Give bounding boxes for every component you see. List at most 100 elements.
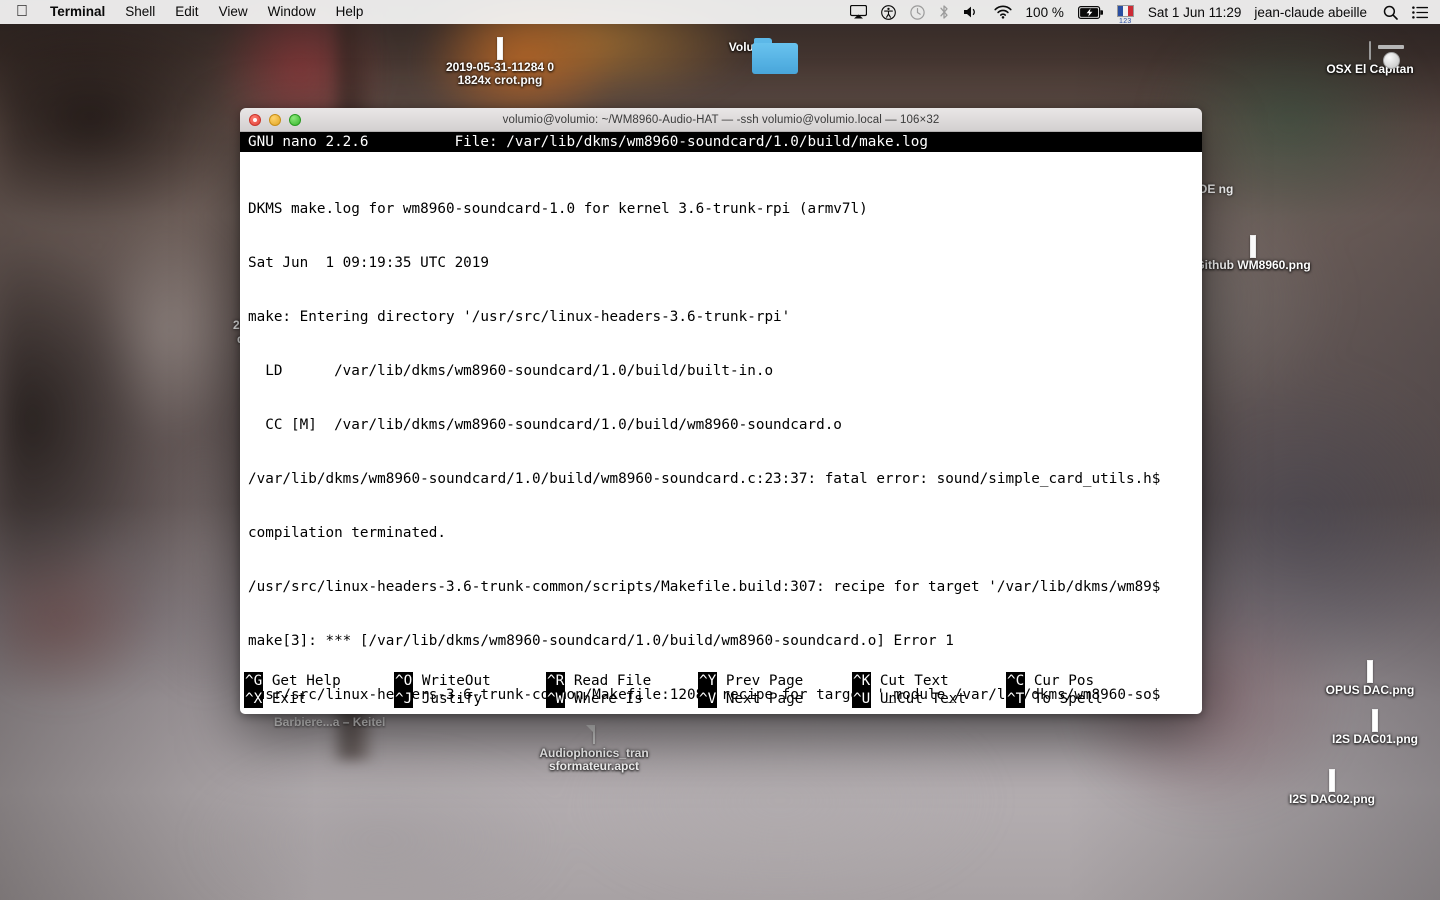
shortcut-label: To Spell	[1033, 691, 1103, 707]
menu-edit[interactable]: Edit	[165, 0, 208, 24]
menu-help[interactable]: Help	[326, 0, 374, 24]
terminal-body[interactable]: GNU nano 2.2.6 File: /var/lib/dkms/wm896…	[240, 132, 1202, 714]
nano-status-bar: GNU nano 2.2.6 File: /var/lib/dkms/wm896…	[240, 132, 1202, 152]
input-source-label: 123	[1119, 18, 1132, 25]
clock-label: Sat 1 Jun 11:29	[1147, 4, 1242, 20]
shortcut-to-spell[interactable]: ^T To Spell	[1006, 690, 1156, 708]
user-menu[interactable]: jean-claude abeille	[1245, 0, 1376, 24]
log-line: CC [M] /var/lib/dkms/wm8960-soundcard/1.…	[248, 417, 842, 433]
shortcut-chord: ^U	[852, 690, 872, 708]
shortcut-chord: ^Y	[698, 672, 718, 690]
shortcut-writeout[interactable]: ^O WriteOut	[394, 672, 546, 690]
menu-bar-status: 100 % 123 Sat 1 Jun 11:29 jean-claude ab…	[843, 0, 1440, 25]
nano-shortcut-row-1: ^G Get Help ^O WriteOut ^R Read File ^Y Prev…	[244, 672, 1202, 690]
png-file-icon	[1250, 235, 1256, 258]
wifi-icon[interactable]	[987, 0, 1019, 24]
png-file-icon	[497, 37, 503, 60]
shortcut-chord: ^W	[546, 690, 566, 708]
shortcut-where-is[interactable]: ^W Where Is	[546, 690, 698, 708]
hard-drive-icon	[1369, 41, 1371, 60]
desktop-icon-volumio[interactable]: Volumio	[692, 38, 812, 74]
shortcut-chord: ^C	[1006, 672, 1026, 690]
desktop-icon-label: I2S DAC01.png	[1331, 732, 1418, 746]
shortcut-chord: ^O	[394, 672, 414, 690]
search-icon[interactable]	[1376, 0, 1405, 24]
shortcut-chord: ^K	[852, 672, 872, 690]
shortcut-uncut-text[interactable]: ^U UnCut Text	[852, 690, 1006, 708]
apple-menu-icon[interactable]: 	[0, 0, 40, 24]
bluetooth-icon[interactable]	[932, 0, 956, 24]
terminal-window[interactable]: volumio@volumio: ~/WM8960-Audio-HAT — -s…	[240, 108, 1202, 714]
desktop-icon-audiophonics-doc[interactable]: Audiophonics_tran sformateur.apct	[534, 725, 654, 773]
nano-filename-label: File: /var/lib/dkms/wm8960-soundcard/1.0…	[454, 134, 928, 150]
shortcut-next-page[interactable]: ^V Next Page	[698, 690, 852, 708]
log-line: /var/lib/dkms/wm8960-soundcard/1.0/build…	[248, 471, 1161, 487]
log-line: make: Entering directory '/usr/src/linux…	[248, 309, 791, 325]
menu-window[interactable]: Window	[258, 0, 326, 24]
desktop-icon-opus-dac[interactable]: OPUS DAC.png	[1310, 660, 1430, 697]
desktop-icon-screenshot[interactable]: 2019-05-31-11284 0 1824x crot.png	[440, 37, 560, 87]
menu-bar:  Terminal Shell Edit View Window Help	[0, 0, 1440, 25]
png-file-icon	[1329, 769, 1335, 792]
desktop:  Terminal Shell Edit View Window Help	[0, 0, 1440, 900]
nano-shortcut-row-2: ^X Exit ^J Justify ^W Where Is ^V Next Page …	[244, 690, 1202, 708]
log-line: make[3]: *** [/var/lib/dkms/wm8960-sound…	[248, 633, 954, 649]
shortcut-chord: ^T	[1006, 690, 1026, 708]
shortcut-read-file[interactable]: ^R Read File	[546, 672, 698, 690]
desktop-icon-i2s-dac02[interactable]: I2S DAC02.png	[1272, 769, 1392, 806]
window-controls	[240, 113, 301, 126]
shortcut-label: Cut Text	[879, 673, 949, 689]
shortcut-label: Read File	[573, 673, 652, 689]
french-flag-icon[interactable]: 123	[1110, 0, 1141, 25]
shortcut-justify[interactable]: ^J Justify	[394, 690, 546, 708]
desktop-icon-label: OPUS DAC.png	[1325, 683, 1415, 697]
shortcut-get-help[interactable]: ^G Get Help	[244, 672, 394, 690]
shortcut-label: WriteOut	[421, 673, 491, 689]
shortcut-label: Cur Pos	[1033, 673, 1095, 689]
shortcut-label: Exit	[271, 691, 307, 707]
shortcut-prev-page[interactable]: ^Y Prev Page	[698, 672, 852, 690]
shortcut-label: UnCut Text	[879, 691, 966, 707]
log-line: Sat Jun 1 09:19:35 UTC 2019	[248, 255, 490, 271]
desktop-icon-label: Audiophonics_tran sformateur.apct	[539, 746, 649, 773]
menu-shell[interactable]: Shell	[115, 0, 165, 24]
volume-icon[interactable]	[956, 0, 987, 24]
desktop-icon-label: OSX El Capitan	[1326, 62, 1414, 76]
window-title: volumio@volumio: ~/WM8960-Audio-HAT — -s…	[502, 113, 940, 126]
shortcut-chord: ^X	[244, 690, 264, 708]
close-button[interactable]	[249, 113, 261, 126]
menu-view[interactable]: View	[209, 0, 258, 24]
shortcut-chord: ^R	[546, 672, 566, 690]
log-line: LD /var/lib/dkms/wm8960-soundcard/1.0/bu…	[248, 363, 774, 379]
shortcut-cur-pos[interactable]: ^C Cur Pos	[1006, 672, 1156, 690]
png-file-icon	[1372, 709, 1378, 732]
terminal-title-bar[interactable]: volumio@volumio: ~/WM8960-Audio-HAT — -s…	[240, 108, 1202, 132]
shortcut-cut-text[interactable]: ^K Cut Text	[852, 672, 1006, 690]
desktop-icon-label: I2S DAC02.png	[1288, 792, 1375, 806]
battery-charging-icon[interactable]	[1071, 0, 1110, 24]
desktop-icon-osx-el-capitan[interactable]: OSX El Capitan	[1310, 41, 1430, 76]
desktop-icon-i2s-dac01[interactable]: I2S DAC01.png	[1315, 709, 1435, 746]
notification-center-icon[interactable]	[1405, 0, 1440, 24]
minimize-button[interactable]	[269, 113, 281, 126]
zoom-button[interactable]	[289, 113, 301, 126]
document-icon	[593, 725, 595, 744]
battery-percent[interactable]: 100 %	[1019, 0, 1071, 24]
shortcut-label: Next Page	[725, 691, 804, 707]
desktop-icon-github-wm8960[interactable]: Github WM8960.png	[1193, 235, 1313, 272]
log-line: DKMS make.log for wm8960-soundcard-1.0 f…	[248, 201, 868, 217]
wallpaper-photo-caption: Barbiere...a – Keitel	[274, 715, 386, 729]
menu-terminal[interactable]: Terminal	[40, 0, 115, 24]
shortcut-chord: ^V	[698, 690, 718, 708]
shortcut-label: Get Help	[271, 673, 341, 689]
log-line: /usr/src/linux-headers-3.6-trunk-common/…	[248, 579, 1161, 595]
log-line: compilation terminated.	[248, 525, 446, 541]
time-machine-icon[interactable]	[903, 0, 932, 24]
shortcut-exit[interactable]: ^X Exit	[244, 690, 394, 708]
nano-text-area[interactable]: DKMS make.log for wm8960-soundcard-1.0 f…	[240, 152, 1202, 714]
menubar-clock[interactable]: Sat 1 Jun 11:29	[1141, 0, 1246, 24]
shortcut-chord: ^G	[244, 672, 264, 690]
airplay-icon[interactable]	[843, 0, 874, 24]
accessibility-icon[interactable]	[874, 0, 903, 24]
shortcut-label: Justify	[421, 691, 483, 707]
